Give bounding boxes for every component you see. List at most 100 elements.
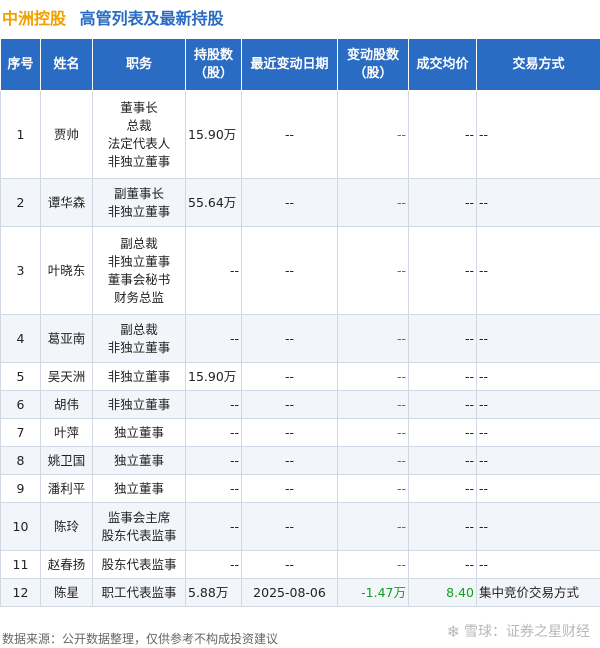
cell-shares: 15.90万	[185, 362, 242, 391]
cell-shares: --	[185, 474, 242, 503]
table-row: 5 吴天洲 非独立董事 15.90万 -- -- -- --	[0, 362, 600, 391]
col-header-price: 成交均价	[408, 38, 477, 91]
cell-date: --	[241, 178, 338, 227]
cell-no: 5	[0, 362, 41, 391]
cell-date: --	[241, 362, 338, 391]
cell-date: --	[241, 314, 338, 363]
cell-no: 10	[0, 502, 41, 551]
cell-name: 姚卫国	[40, 446, 93, 475]
cell-change: --	[337, 550, 409, 579]
cell-no: 2	[0, 178, 41, 227]
cell-name: 叶萍	[40, 418, 93, 447]
cell-no: 7	[0, 418, 41, 447]
snowball-icon: ❄	[446, 621, 460, 641]
cell-shares: 55.64万	[185, 178, 242, 227]
cell-date: --	[241, 418, 338, 447]
cell-shares: 15.90万	[185, 90, 242, 179]
cell-date: --	[241, 390, 338, 419]
cell-no: 4	[0, 314, 41, 363]
role-label: 副总裁	[120, 321, 158, 337]
role-label: 独立董事	[113, 480, 164, 496]
cell-change: -1.47万	[337, 578, 409, 607]
cell-change: --	[337, 178, 409, 227]
role-label: 副总裁	[120, 235, 158, 251]
role-label: 职工代表监事	[101, 584, 177, 600]
cell-no: 12	[0, 578, 41, 607]
cell-roles: 独立董事	[92, 474, 186, 503]
cell-change: --	[337, 474, 409, 503]
role-label: 非独立董事	[107, 203, 171, 219]
col-header-shares: 持股数（股）	[185, 38, 242, 91]
role-label: 财务总监	[113, 289, 164, 305]
role-label: 股东代表监事	[101, 527, 177, 543]
cell-shares: --	[185, 550, 242, 579]
table-subject: 高管列表及最新持股	[79, 9, 224, 28]
cell-method: --	[476, 446, 600, 475]
cell-change: --	[337, 418, 409, 447]
cell-change: --	[337, 314, 409, 363]
cell-shares: --	[185, 502, 242, 551]
table-row: 3 叶晓东 副总裁 非独立董事 董事会秘书 财务总监 -- -- -- -- --	[0, 226, 600, 315]
table-row: 6 胡伟 非独立董事 -- -- -- -- --	[0, 390, 600, 419]
cell-price: --	[408, 226, 477, 315]
cell-name: 陈星	[40, 578, 93, 607]
cell-method: --	[476, 314, 600, 363]
table-row: 2 谭华森 副董事长 非独立董事 55.64万 -- -- -- --	[0, 178, 600, 227]
col-header-method: 交易方式	[476, 38, 600, 91]
col-header-role: 职务	[92, 38, 186, 91]
cell-change: --	[337, 90, 409, 179]
cell-no: 3	[0, 226, 41, 315]
cell-date: --	[241, 474, 338, 503]
cell-date: --	[241, 226, 338, 315]
role-label: 董事长	[120, 99, 158, 115]
cell-roles: 股东代表监事	[92, 550, 186, 579]
role-label: 独立董事	[113, 452, 164, 468]
role-label: 非独立董事	[107, 396, 171, 412]
cell-roles: 非独立董事	[92, 362, 186, 391]
cell-date: --	[241, 502, 338, 551]
brand-watermark: ❄ 雪球：证券之星财经	[447, 621, 590, 641]
cell-name: 叶晓东	[40, 226, 93, 315]
cell-name: 赵春扬	[40, 550, 93, 579]
company-name: 中洲控股	[2, 9, 67, 28]
cell-shares: --	[185, 446, 242, 475]
cell-shares: --	[185, 226, 242, 315]
cell-date: --	[241, 446, 338, 475]
cell-name: 谭华森	[40, 178, 93, 227]
cell-method: --	[476, 226, 600, 315]
role-label: 非独立董事	[107, 153, 171, 169]
executives-table: 序号 姓名 职务 持股数（股） 最近变动日期 变动股数（股） 成交均价 交易方式…	[0, 38, 600, 607]
role-label: 总裁	[126, 117, 152, 133]
cell-name: 贾帅	[40, 90, 93, 179]
cell-price: --	[408, 502, 477, 551]
col-header-name: 姓名	[40, 38, 93, 91]
cell-roles: 非独立董事	[92, 390, 186, 419]
cell-method: --	[476, 90, 600, 179]
role-label: 副董事长	[113, 185, 164, 201]
cell-price: --	[408, 178, 477, 227]
cell-price: --	[408, 474, 477, 503]
cell-method: --	[476, 418, 600, 447]
cell-price: 8.40	[408, 578, 477, 607]
table-row: 11 赵春扬 股东代表监事 -- -- -- -- --	[0, 550, 600, 579]
cell-name: 葛亚南	[40, 314, 93, 363]
cell-shares: --	[185, 314, 242, 363]
cell-no: 8	[0, 446, 41, 475]
cell-roles: 董事长 总裁 法定代表人 非独立董事	[92, 90, 186, 179]
cell-name: 潘利平	[40, 474, 93, 503]
col-header-change: 变动股数（股）	[337, 38, 409, 91]
cell-price: --	[408, 418, 477, 447]
page-title: 中洲控股 高管列表及最新持股	[2, 5, 224, 28]
cell-name: 胡伟	[40, 390, 93, 419]
cell-shares: --	[185, 390, 242, 419]
cell-date: --	[241, 550, 338, 579]
cell-roles: 独立董事	[92, 446, 186, 475]
brand-text: 雪球：证券之星财经	[464, 624, 590, 640]
col-header-no: 序号	[0, 38, 41, 91]
cell-name: 陈玲	[40, 502, 93, 551]
cell-price: --	[408, 90, 477, 179]
cell-no: 6	[0, 390, 41, 419]
cell-method: --	[476, 178, 600, 227]
data-source-note: 数据来源：公开数据整理，仅供参考不构成投资建议	[2, 632, 279, 646]
cell-method: 集中竞价交易方式	[476, 578, 600, 607]
